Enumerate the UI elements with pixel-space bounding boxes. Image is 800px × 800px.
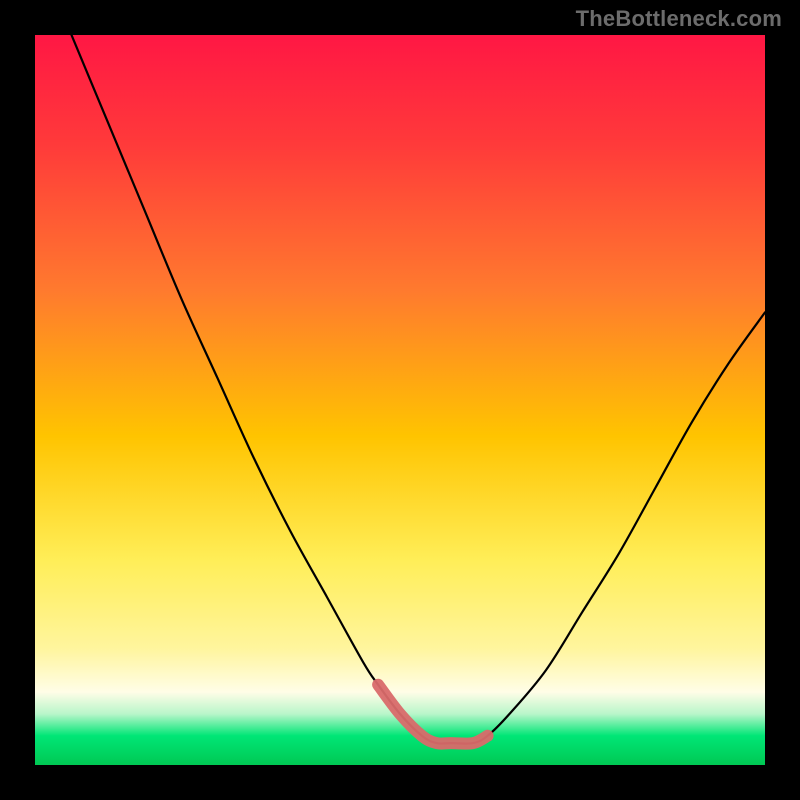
watermark-text: TheBottleneck.com <box>576 6 782 32</box>
chart-svg <box>35 35 765 765</box>
plot-area <box>35 35 765 765</box>
chart-background <box>35 35 765 765</box>
chart-frame: TheBottleneck.com <box>0 0 800 800</box>
